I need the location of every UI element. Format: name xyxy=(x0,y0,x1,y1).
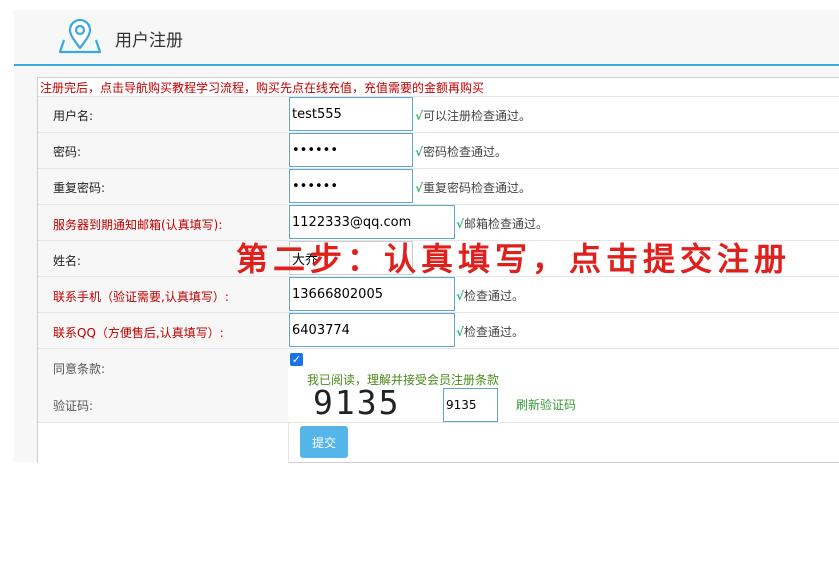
password-input[interactable] xyxy=(289,133,413,167)
qq-status: √检查通过。 xyxy=(456,325,525,339)
qq-row: 联系QQ（方便售后,认真填写）: √检查通过。 xyxy=(38,312,839,349)
page-title: 用户注册 xyxy=(115,31,183,51)
password-status: √密码检查通过。 xyxy=(415,145,508,159)
agree-label: 同意条款: xyxy=(53,362,106,376)
username-status: √可以注册检查通过。 xyxy=(415,109,532,123)
submit-button[interactable]: 提交 xyxy=(300,426,348,458)
submit-row: 提交 xyxy=(38,422,839,463)
name-label: 姓名: xyxy=(53,254,82,268)
repeat-password-status: √重复密码检查通过。 xyxy=(415,181,532,195)
username-row: 用户名: √可以注册检查通过。 xyxy=(38,96,839,133)
password-row: 密码: √密码检查通过。 xyxy=(38,132,839,169)
refresh-captcha-link[interactable]: 刷新验证码 xyxy=(516,396,576,413)
map-pin-icon xyxy=(58,18,102,58)
email-label: 服务器到期通知邮箱(认真填写): xyxy=(53,218,223,232)
phone-label: 联系手机（验证需要,认真填写）: xyxy=(53,290,229,304)
check-icon: √ xyxy=(415,109,424,123)
qq-input[interactable] xyxy=(289,313,455,347)
captcha-row: 验证码: 9135 刷新验证码 xyxy=(38,386,839,422)
captcha-image[interactable]: 9135 xyxy=(313,386,400,420)
instruction-overlay: 第二步：认真填写，点击提交注册 xyxy=(236,240,792,278)
captcha-input[interactable] xyxy=(443,388,498,422)
check-icon: √ xyxy=(456,325,465,339)
page-header: 用户注册 xyxy=(14,10,839,66)
username-label: 用户名: xyxy=(53,109,94,123)
qq-label: 联系QQ（方便售后,认真填写）: xyxy=(53,326,224,340)
check-icon: √ xyxy=(415,145,424,159)
password-label: 密码: xyxy=(53,145,82,159)
phone-row: 联系手机（验证需要,认真填写）: √检查通过。 xyxy=(38,276,839,313)
captcha-label: 验证码: xyxy=(53,399,94,413)
agree-checkbox[interactable]: ✓ xyxy=(290,353,303,366)
notice-text: 注册完后，点击导航购买教程学习流程，购买先点在线充值，充值需要的金额再购买 xyxy=(40,81,485,95)
phone-input[interactable] xyxy=(289,277,455,311)
repeat-password-input[interactable] xyxy=(289,169,413,203)
repeat-password-row: 重复密码: √重复密码检查通过。 xyxy=(38,168,839,205)
check-icon: √ xyxy=(456,217,465,231)
username-input[interactable] xyxy=(289,97,413,131)
email-status: √邮箱检查通过。 xyxy=(456,217,549,231)
repeat-password-label: 重复密码: xyxy=(53,181,106,195)
check-icon: √ xyxy=(415,181,424,195)
check-icon: √ xyxy=(456,289,465,303)
phone-status: √检查通过。 xyxy=(456,289,525,303)
agree-row: 同意条款: ✓ 我已阅读，理解并接受会员注册条款 xyxy=(38,348,839,387)
